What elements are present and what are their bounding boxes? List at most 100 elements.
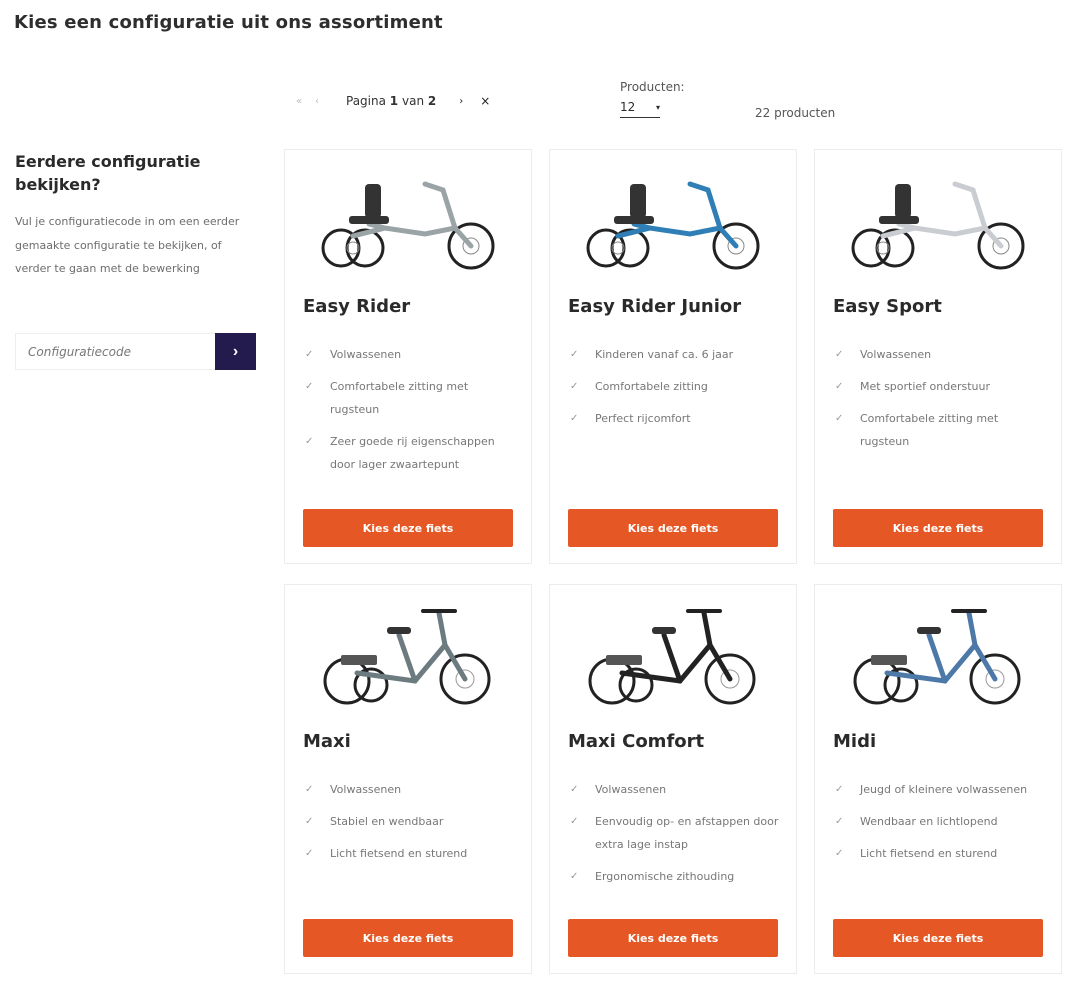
feature-item: ✓ Ergonomische zithouding: [568, 865, 780, 888]
product-count: 22 producten: [755, 106, 836, 120]
feature-text: Comfortabele zitting met rugsteun: [860, 412, 999, 448]
check-icon: ✓: [305, 784, 314, 795]
feature-text: Licht fietsend en sturend: [860, 847, 998, 860]
feature-item: ✓ Volwassenen: [303, 343, 515, 366]
check-icon: ✓: [305, 816, 314, 827]
feature-text: Ergonomische zithouding: [595, 870, 735, 883]
check-icon: ✓: [305, 848, 314, 859]
feature-item: ✓ Jeugd of kleinere volwassenen: [833, 778, 1045, 801]
check-icon: ✓: [835, 848, 844, 859]
feature-text: Volwassenen: [860, 348, 932, 361]
feature-text: Kinderen vanaf ca. 6 jaar: [595, 348, 734, 361]
per-page-value: 12: [620, 100, 636, 114]
code-submit-button[interactable]: ›: [215, 333, 256, 370]
feature-item: ✓ Volwassenen: [568, 778, 780, 801]
feature-item: ✓ Zeer goede rij eigenschappen door lage…: [303, 430, 515, 476]
feature-list: ✓ Volwassenen ✓ Comfortabele zitting met…: [303, 343, 515, 485]
feature-item: ✓ Comfortabele zitting: [568, 375, 780, 398]
per-page-select[interactable]: 12 ▾: [620, 100, 660, 118]
product-image[interactable]: [835, 170, 1043, 288]
choose-bike-button[interactable]: Kies deze fiets: [833, 509, 1043, 547]
configuration-code-input[interactable]: [15, 333, 215, 370]
first-page-icon[interactable]: «: [290, 96, 308, 107]
check-icon: ✓: [570, 349, 579, 360]
choose-bike-button[interactable]: Kies deze fiets: [568, 509, 778, 547]
feature-text: Perfect rijcomfort: [595, 412, 691, 425]
product-title: Maxi Comfort: [568, 731, 705, 752]
feature-item: ✓ Volwassenen: [303, 778, 515, 801]
feature-item: ✓ Kinderen vanaf ca. 6 jaar: [568, 343, 780, 366]
current-page: 1: [389, 94, 399, 108]
products-per-page: Producten: 12 ▾: [620, 80, 685, 118]
check-icon: ✓: [305, 349, 314, 360]
product-title: Easy Sport: [833, 296, 942, 317]
product-title: Maxi: [303, 731, 351, 752]
feature-item: ✓ Licht fietsend en sturend: [303, 842, 515, 865]
feature-item: ✓ Volwassenen: [833, 343, 1045, 366]
feature-text: Wendbaar en lichtlopend: [860, 815, 998, 828]
check-icon: ✓: [570, 381, 579, 392]
product-image[interactable]: [570, 605, 778, 723]
feature-item: ✓ Comfortabele zitting met rugsteun: [303, 375, 515, 421]
pagination: « ‹ Pagina 1 van 2 › ×: [290, 94, 490, 108]
sidebar-heading: Eerdere configuratie bekijken?: [15, 152, 201, 194]
product-image[interactable]: [305, 170, 513, 288]
total-pages: 2: [427, 94, 437, 108]
check-icon: ✓: [835, 349, 844, 360]
check-icon: ✓: [835, 784, 844, 795]
feature-item: ✓ Comfortabele zitting met rugsteun: [833, 407, 1045, 453]
feature-list: ✓ Kinderen vanaf ca. 6 jaar ✓ Comfortabe…: [568, 343, 780, 439]
feature-text: Comfortabele zitting: [595, 380, 708, 393]
feature-text: Jeugd of kleinere volwassenen: [860, 783, 1028, 796]
check-icon: ✓: [305, 436, 314, 447]
feature-text: Licht fietsend en sturend: [330, 847, 468, 860]
choose-bike-button[interactable]: Kies deze fiets: [568, 919, 778, 957]
feature-list: ✓ Jeugd of kleinere volwassenen ✓ Wendba…: [833, 778, 1045, 874]
product-card: Midi ✓ Jeugd of kleinere volwassenen ✓ W…: [814, 584, 1062, 974]
product-title: Midi: [833, 731, 877, 752]
chevron-down-icon: ▾: [655, 102, 660, 112]
feature-item: ✓ Wendbaar en lichtlopend: [833, 810, 1045, 833]
feature-item: ✓ Perfect rijcomfort: [568, 407, 780, 430]
product-card: Maxi ✓ Volwassenen ✓ Stabiel en wendbaar…: [284, 584, 532, 974]
page-title: Kies een configuratie uit ons assortimen…: [14, 12, 443, 33]
choose-bike-button[interactable]: Kies deze fiets: [833, 919, 1043, 957]
page-label: Pagina: [346, 94, 386, 108]
product-image[interactable]: [570, 170, 778, 288]
feature-item: ✓ Licht fietsend en sturend: [833, 842, 1045, 865]
product-card: Easy Rider Junior ✓ Kinderen vanaf ca. 6…: [549, 149, 797, 564]
sidebar-description: Vul je configuratiecode in om een eerder…: [15, 215, 240, 275]
check-icon: ✓: [835, 413, 844, 424]
feature-list: ✓ Volwassenen ✓ Met sportief onderstuur …: [833, 343, 1045, 462]
feature-item: ✓ Met sportief onderstuur: [833, 375, 1045, 398]
close-icon[interactable]: ×: [480, 94, 490, 108]
prev-page-icon[interactable]: ‹: [308, 96, 326, 107]
feature-item: ✓ Stabiel en wendbaar: [303, 810, 515, 833]
choose-bike-button[interactable]: Kies deze fiets: [303, 509, 513, 547]
feature-list: ✓ Volwassenen ✓ Stabiel en wendbaar ✓ Li…: [303, 778, 515, 874]
feature-text: Comfortabele zitting met rugsteun: [330, 380, 469, 416]
feature-item: ✓ Eenvoudig op- en afstappen door extra …: [568, 810, 780, 856]
configuration-code-form: ›: [15, 333, 256, 370]
feature-text: Eenvoudig op- en afstappen door extra la…: [595, 815, 779, 851]
feature-text: Volwassenen: [330, 348, 402, 361]
page-of-label: van: [401, 94, 425, 108]
feature-text: Volwassenen: [330, 783, 402, 796]
product-title: Easy Rider Junior: [568, 296, 742, 317]
product-card: Easy Sport ✓ Volwassenen ✓ Met sportief …: [814, 149, 1062, 564]
product-card: Easy Rider ✓ Volwassenen ✓ Comfortabele …: [284, 149, 532, 564]
choose-bike-button[interactable]: Kies deze fiets: [303, 919, 513, 957]
next-page-icon[interactable]: ›: [452, 96, 470, 107]
feature-list: ✓ Volwassenen ✓ Eenvoudig op- en afstapp…: [568, 778, 780, 897]
check-icon: ✓: [570, 816, 579, 827]
feature-text: Zeer goede rij eigenschappen door lager …: [330, 435, 495, 471]
page-indicator: Pagina 1 van 2: [346, 94, 436, 108]
product-image[interactable]: [835, 605, 1043, 723]
check-icon: ✓: [305, 381, 314, 392]
check-icon: ✓: [835, 381, 844, 392]
check-icon: ✓: [570, 784, 579, 795]
product-title: Easy Rider: [303, 296, 411, 317]
product-image[interactable]: [305, 605, 513, 723]
per-page-label: Producten:: [620, 80, 685, 94]
feature-text: Stabiel en wendbaar: [330, 815, 444, 828]
